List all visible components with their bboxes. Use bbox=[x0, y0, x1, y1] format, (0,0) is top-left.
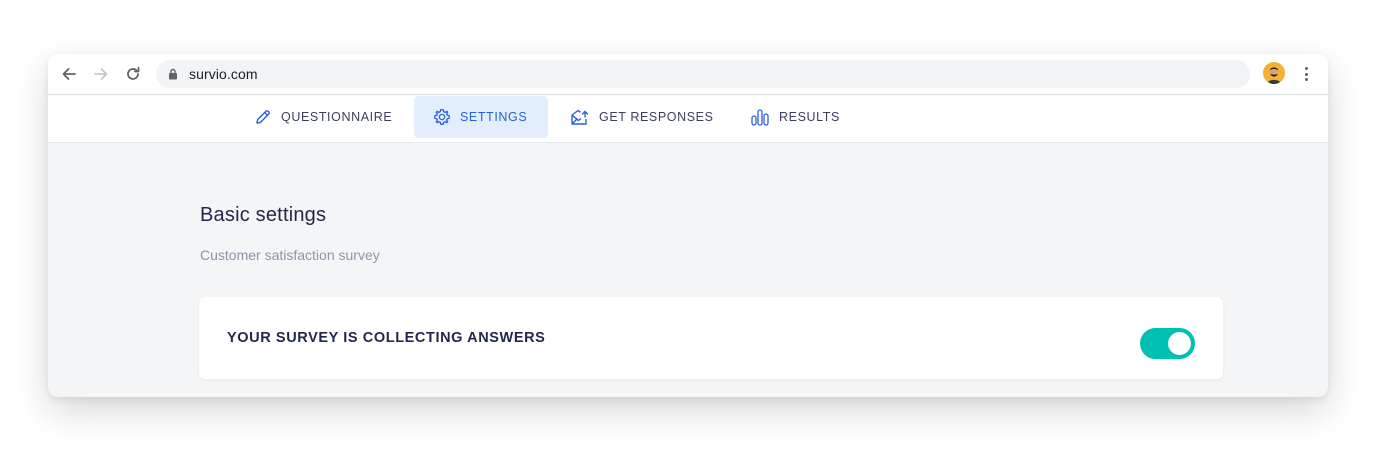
profile-avatar-icon bbox=[1263, 62, 1285, 84]
collecting-answers-toggle[interactable] bbox=[1140, 328, 1195, 359]
bar-chart-icon bbox=[750, 108, 770, 126]
pencil-icon bbox=[254, 108, 272, 126]
tab-settings[interactable]: SETTINGS bbox=[414, 96, 549, 138]
forward-button[interactable] bbox=[89, 62, 113, 86]
browser-menu-button[interactable] bbox=[1296, 63, 1316, 85]
arrow-right-icon bbox=[94, 68, 108, 80]
survey-name: Customer satisfaction survey bbox=[200, 247, 380, 263]
avatar[interactable] bbox=[1263, 62, 1285, 84]
tab-label: SETTINGS bbox=[460, 110, 528, 124]
browser-toolbar: survio.com bbox=[48, 54, 1328, 95]
back-button[interactable] bbox=[57, 62, 81, 86]
address-bar[interactable]: survio.com bbox=[156, 60, 1250, 88]
url-text: survio.com bbox=[189, 66, 258, 82]
reload-icon bbox=[127, 66, 140, 80]
tab-label: QUESTIONNAIRE bbox=[281, 110, 393, 124]
arrow-left-icon bbox=[62, 68, 76, 80]
lock-icon bbox=[169, 68, 177, 80]
survey-nav-tabs: QUESTIONNAIRE SETTINGS GET RESPONSES RES… bbox=[48, 95, 1328, 143]
tab-questionnaire[interactable]: QUESTIONNAIRE bbox=[244, 96, 402, 138]
tab-results[interactable]: RESULTS bbox=[740, 96, 850, 138]
reload-button[interactable] bbox=[121, 62, 145, 86]
tab-get-responses[interactable]: GET RESPONSES bbox=[560, 96, 724, 138]
tab-label: GET RESPONSES bbox=[599, 110, 714, 124]
collecting-answers-label: YOUR SURVEY IS COLLECTING ANSWERS bbox=[227, 330, 546, 346]
tab-label: RESULTS bbox=[779, 110, 840, 124]
toggle-knob bbox=[1168, 332, 1191, 355]
envelope-share-icon bbox=[570, 108, 590, 126]
collecting-answers-card: YOUR SURVEY IS COLLECTING ANSWERS bbox=[199, 297, 1223, 379]
gear-icon bbox=[433, 108, 451, 126]
browser-window: survio.com QUESTIONNAIRE SETTINGS GET RE… bbox=[48, 54, 1328, 397]
page-title: Basic settings bbox=[200, 204, 327, 226]
kebab-menu-icon bbox=[1304, 67, 1308, 70]
